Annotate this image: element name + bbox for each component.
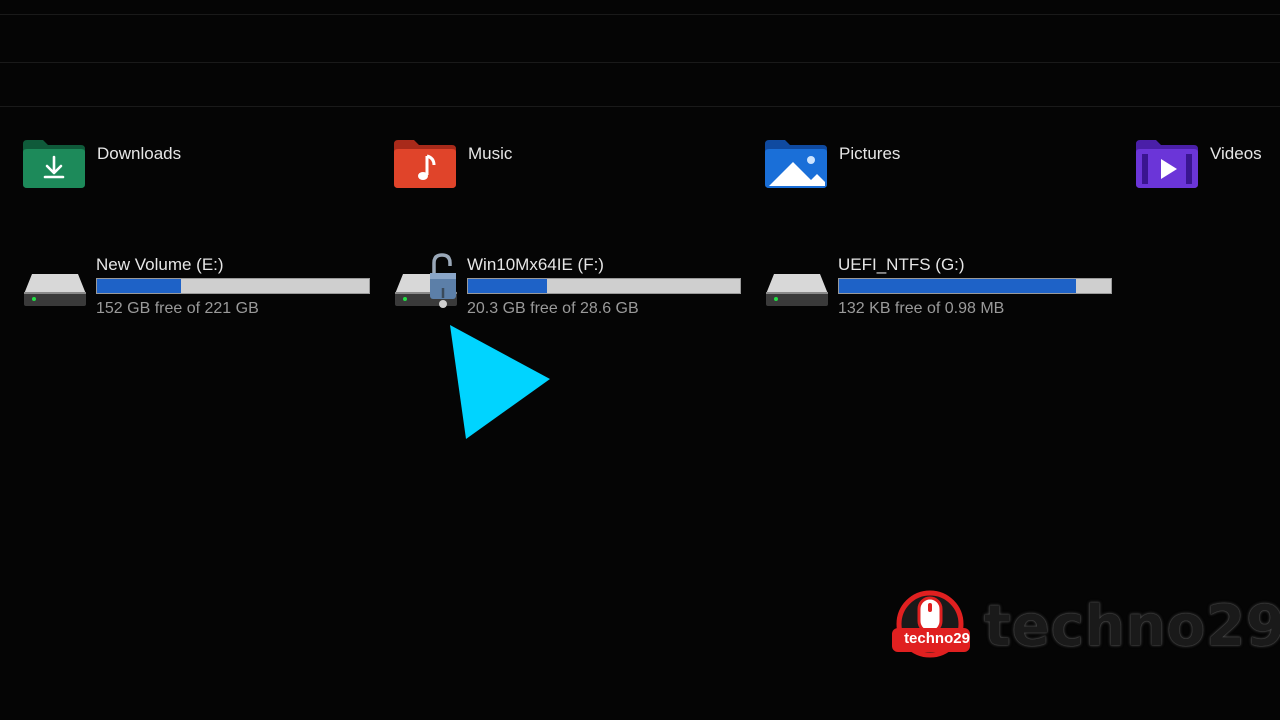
drive-usage-bar xyxy=(96,278,370,294)
folder-pictures[interactable]: Pictures xyxy=(765,138,900,190)
divider xyxy=(0,14,1280,15)
drive-f[interactable]: Win10Mx64IE (F:) 20.3 GB free of 28.6 GB xyxy=(395,252,745,322)
drive-free-space: 132 KB free of 0.98 MB xyxy=(838,300,1005,317)
watermark-logo: techno29 techno29 xyxy=(888,590,1280,664)
drive-usage-bar xyxy=(838,278,1112,294)
play-icon[interactable] xyxy=(450,325,552,446)
watermark-text: techno29 xyxy=(984,594,1280,659)
drive-g[interactable]: UEFI_NTFS (G:) 132 KB free of 0.98 MB xyxy=(766,252,1116,322)
folder-music[interactable]: Music xyxy=(394,138,512,190)
drive-free-space: 152 GB free of 221 GB xyxy=(96,300,259,317)
folder-label: Downloads xyxy=(97,144,182,163)
drive-usage-bar xyxy=(467,278,741,294)
drive-free-space: 20.3 GB free of 28.6 GB xyxy=(467,300,639,317)
mouse-logo-icon xyxy=(888,590,972,664)
folder-label: Pictures xyxy=(839,144,901,163)
drive-usage-fill xyxy=(97,279,182,293)
drive-usage-fill xyxy=(468,279,547,293)
drive-name: New Volume (E:) xyxy=(96,255,224,274)
drive-usage-fill xyxy=(839,279,1076,293)
folder-label: Music xyxy=(468,144,513,163)
hard-drive-icon xyxy=(766,270,828,310)
folder-downloads[interactable]: Downloads xyxy=(23,138,181,190)
pictures-folder-icon xyxy=(765,138,827,188)
drive-e[interactable]: New Volume (E:) 152 GB free of 221 GB xyxy=(24,252,374,322)
divider xyxy=(0,106,1280,107)
drive-name: Win10Mx64IE (F:) xyxy=(467,255,604,274)
drive-name: UEFI_NTFS (G:) xyxy=(838,255,965,274)
divider xyxy=(0,62,1280,63)
downloads-folder-icon xyxy=(23,138,85,188)
hard-drive-icon xyxy=(24,270,86,310)
unlock-icon xyxy=(427,252,459,310)
folder-videos[interactable]: Videos xyxy=(1136,138,1262,190)
watermark-badge-text: techno29 xyxy=(904,630,970,647)
videos-folder-icon xyxy=(1136,138,1198,188)
music-folder-icon xyxy=(394,138,456,188)
folder-label: Videos xyxy=(1210,144,1262,163)
